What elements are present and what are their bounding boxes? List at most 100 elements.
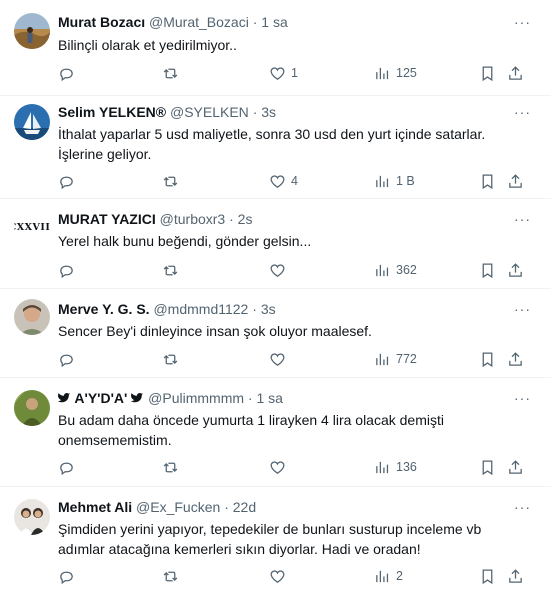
like-button[interactable] bbox=[269, 349, 291, 369]
more-options-icon[interactable]: ··· bbox=[514, 499, 531, 515]
separator-dot: · bbox=[252, 104, 258, 120]
display-name-text: A'Y'D'A' bbox=[74, 390, 128, 406]
views-button[interactable]: 136 bbox=[374, 457, 417, 477]
reply-icon bbox=[60, 462, 73, 475]
reply-button[interactable] bbox=[58, 349, 80, 369]
timestamp[interactable]: 22d bbox=[233, 499, 256, 515]
avatar[interactable] bbox=[14, 104, 50, 140]
more-options-icon[interactable]: ··· bbox=[514, 14, 531, 30]
tweet[interactable]: Murat Bozacı @Murat_Bozaci · 1 sa ··· Bi… bbox=[0, 0, 551, 96]
retweet-button[interactable] bbox=[162, 260, 184, 280]
avatar[interactable] bbox=[14, 499, 50, 535]
share-button[interactable] bbox=[507, 457, 524, 477]
timestamp[interactable]: 3s bbox=[261, 301, 276, 317]
display-name[interactable]: Merve Y. G. S. bbox=[58, 301, 150, 317]
views-button[interactable]: 362 bbox=[374, 260, 417, 280]
heart-icon bbox=[270, 569, 285, 583]
separator-dot: · bbox=[224, 499, 229, 515]
reply-button[interactable] bbox=[58, 457, 80, 477]
bookmark-icon bbox=[482, 65, 493, 81]
views-icon bbox=[376, 570, 389, 582]
tweet-header: MURAT YAZICI @turboxr3 · 2s bbox=[58, 211, 252, 227]
bookmark-button[interactable] bbox=[479, 260, 496, 280]
retweet-button[interactable] bbox=[162, 171, 184, 191]
bookmark-button[interactable] bbox=[479, 349, 496, 369]
bookmark-button[interactable] bbox=[479, 566, 496, 586]
timestamp[interactable]: 3s bbox=[261, 104, 276, 120]
reply-icon bbox=[60, 265, 73, 278]
user-handle[interactable]: @Murat_Bozaci bbox=[149, 14, 249, 30]
display-name[interactable]: A'Y'D'A' bbox=[58, 390, 148, 406]
reply-button[interactable] bbox=[58, 566, 80, 586]
display-name[interactable]: MURAT YAZICI bbox=[58, 211, 156, 227]
display-name[interactable]: Murat Bozacı bbox=[58, 14, 145, 30]
views-button[interactable]: 125 bbox=[374, 63, 417, 83]
retweet-icon bbox=[163, 354, 178, 364]
bookmark-button[interactable] bbox=[479, 63, 496, 83]
bookmark-button[interactable] bbox=[479, 171, 496, 191]
retweet-button[interactable] bbox=[162, 349, 184, 369]
more-options-icon[interactable]: ··· bbox=[514, 301, 531, 317]
tweet[interactable]: Selim YELKEN® @SYELKEN · 3s ··· İthalat … bbox=[0, 96, 551, 199]
share-button[interactable] bbox=[507, 63, 524, 83]
user-handle[interactable]: @mdmmd1122 bbox=[153, 301, 248, 317]
avatar[interactable]: CXXVIII bbox=[14, 209, 50, 245]
like-button[interactable] bbox=[269, 260, 291, 280]
like-button[interactable] bbox=[269, 566, 291, 586]
user-handle[interactable]: @Pulimmmmm bbox=[148, 390, 244, 406]
view-count: 772 bbox=[396, 352, 417, 366]
bird-icon bbox=[131, 393, 144, 403]
reply-button[interactable] bbox=[58, 63, 80, 83]
share-button[interactable] bbox=[507, 566, 524, 586]
tweet-header: Selim YELKEN® @SYELKEN · 3s bbox=[58, 104, 276, 120]
avatar[interactable] bbox=[14, 13, 50, 49]
tweet[interactable]: Merve Y. G. S. @mdmmd1122 · 3s ··· Sence… bbox=[0, 289, 551, 378]
views-button[interactable]: 1 B bbox=[374, 171, 415, 191]
views-icon bbox=[376, 461, 389, 473]
views-button[interactable]: 772 bbox=[374, 349, 417, 369]
like-button[interactable]: 4 bbox=[269, 171, 298, 191]
separator-dot: · bbox=[247, 390, 253, 406]
heart-icon bbox=[270, 352, 285, 366]
share-button[interactable] bbox=[507, 260, 524, 280]
user-handle[interactable]: @Ex_Fucken bbox=[136, 499, 220, 515]
heart-icon bbox=[270, 174, 285, 188]
views-button[interactable]: 2 bbox=[374, 566, 403, 586]
view-count: 2 bbox=[396, 569, 403, 583]
more-options-icon[interactable]: ··· bbox=[514, 211, 531, 227]
share-button[interactable] bbox=[507, 349, 524, 369]
avatar[interactable] bbox=[14, 299, 50, 335]
like-count: 4 bbox=[291, 174, 298, 188]
tweet[interactable]: Mehmet Ali @Ex_Fucken · 22d ··· Şimdiden… bbox=[0, 487, 551, 591]
display-name[interactable]: Mehmet Ali bbox=[58, 499, 132, 515]
like-button[interactable] bbox=[269, 457, 291, 477]
avatar[interactable] bbox=[14, 390, 50, 426]
view-count: 125 bbox=[396, 66, 417, 80]
timestamp[interactable]: 1 sa bbox=[261, 14, 287, 30]
tweet-text: Bu adam daha öncede yumurta 1 lirayken 4… bbox=[58, 412, 444, 448]
tweet[interactable]: CXXVIII MURAT YAZICI @turboxr3 · 2s ··· … bbox=[0, 199, 551, 289]
user-handle[interactable]: @turboxr3 bbox=[160, 211, 226, 227]
display-name[interactable]: Selim YELKEN® bbox=[58, 104, 166, 120]
bookmark-icon bbox=[482, 351, 493, 367]
more-options-icon[interactable]: ··· bbox=[514, 104, 531, 120]
reply-icon bbox=[60, 176, 73, 189]
tweet-header: A'Y'D'A' @Pulimmmmm · 1 sa bbox=[58, 390, 283, 406]
user-handle[interactable]: @SYELKEN bbox=[170, 104, 249, 120]
timestamp[interactable]: 2s bbox=[238, 211, 253, 227]
timestamp[interactable]: 1 sa bbox=[256, 390, 282, 406]
bookmark-button[interactable] bbox=[479, 457, 496, 477]
retweet-button[interactable] bbox=[162, 566, 184, 586]
retweet-button[interactable] bbox=[162, 457, 184, 477]
like-button[interactable]: 1 bbox=[269, 63, 298, 83]
reply-button[interactable] bbox=[58, 260, 80, 280]
reply-button[interactable] bbox=[58, 171, 80, 191]
share-button[interactable] bbox=[507, 171, 524, 191]
more-options-icon[interactable]: ··· bbox=[514, 390, 531, 406]
tweet[interactable]: A'Y'D'A' @Pulimmmmm · 1 sa ··· Bu adam d… bbox=[0, 378, 551, 487]
retweet-button[interactable] bbox=[162, 63, 184, 83]
tweet-text: Şimdiden yerini yapıyor, tepedekiler de … bbox=[58, 521, 482, 557]
share-icon bbox=[509, 568, 522, 583]
views-icon bbox=[376, 175, 389, 187]
view-count: 136 bbox=[396, 460, 417, 474]
